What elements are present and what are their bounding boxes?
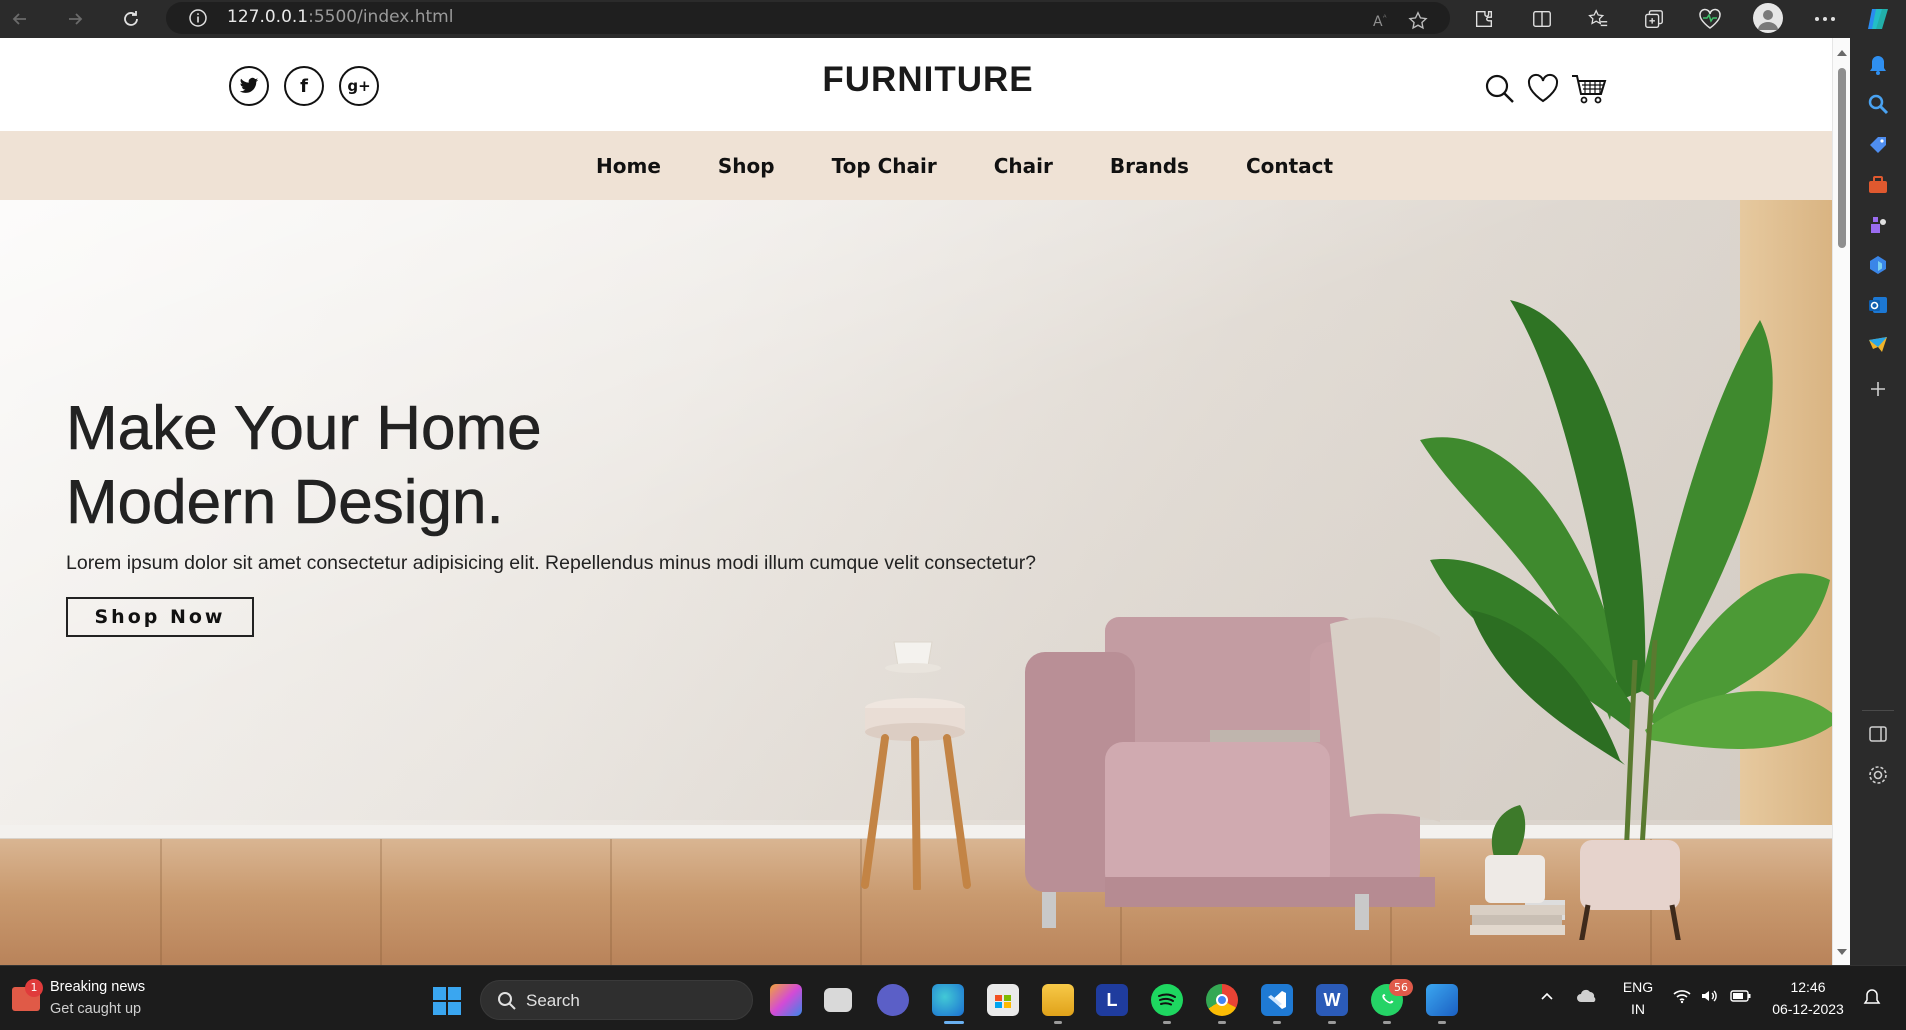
- copilot-icon[interactable]: [1867, 254, 1889, 276]
- more-icon[interactable]: [1809, 4, 1841, 34]
- nav-contact[interactable]: Contact: [1246, 154, 1333, 178]
- word-icon[interactable]: W: [1316, 984, 1348, 1016]
- shopping-tag-icon[interactable]: [1867, 134, 1889, 156]
- scroll-up-arrow[interactable]: [1837, 50, 1847, 56]
- scroll-down-arrow[interactable]: [1837, 949, 1847, 955]
- svg-text:A: A: [1373, 14, 1383, 30]
- shop-now-button[interactable]: Shop Now: [66, 597, 254, 637]
- games-icon[interactable]: [1867, 214, 1889, 236]
- language-line1[interactable]: ENG: [1620, 979, 1656, 995]
- news-badge: 1: [25, 979, 43, 997]
- volume-icon[interactable]: [1700, 988, 1720, 1009]
- chrome-icon[interactable]: [1206, 984, 1238, 1016]
- lens-app-icon[interactable]: L: [1096, 984, 1128, 1016]
- edge-sidebar: [1850, 38, 1906, 965]
- site-header: f g+ FURNITURE: [0, 38, 1832, 131]
- read-aloud-icon[interactable]: Aᴬ: [1366, 6, 1398, 36]
- heart-icon[interactable]: [1526, 72, 1560, 106]
- extensions-icon[interactable]: [1468, 4, 1500, 34]
- clock-time[interactable]: 12:46: [1768, 979, 1848, 995]
- photos-icon[interactable]: [1426, 984, 1458, 1016]
- tools-icon[interactable]: [1867, 174, 1889, 196]
- search-icon[interactable]: [1867, 93, 1889, 115]
- wifi-icon[interactable]: [1672, 988, 1692, 1009]
- windows-start-icon[interactable]: [433, 987, 461, 1015]
- file-explorer-icon[interactable]: [1042, 984, 1074, 1016]
- search-placeholder: Search: [526, 991, 580, 1010]
- add-icon[interactable]: [1867, 378, 1889, 400]
- page-viewport: f g+ FURNITURE Home Shop Top Chair Chair…: [0, 38, 1832, 965]
- hero-subtitle: Lorem ipsum dolor sit amet consectetur a…: [66, 552, 1037, 574]
- news-title[interactable]: Breaking news: [50, 979, 145, 995]
- edge-icon[interactable]: [932, 984, 964, 1016]
- spotify-icon[interactable]: [1151, 984, 1183, 1016]
- scrollbar-thumb[interactable]: [1838, 68, 1846, 248]
- vscode-icon[interactable]: [1261, 984, 1293, 1016]
- windows-taskbar: 1 Breaking news Get caught up Search L W…: [0, 965, 1906, 1030]
- settings-icon[interactable]: [1867, 764, 1889, 786]
- page-scrollbar[interactable]: [1832, 38, 1850, 965]
- nav-chair[interactable]: Chair: [994, 154, 1053, 178]
- url-text: 127.0.0.1:5500/index.html: [227, 7, 454, 27]
- nav-shop[interactable]: Shop: [718, 154, 775, 178]
- refresh-icon[interactable]: [115, 4, 147, 34]
- clock-date[interactable]: 06-12-2023: [1765, 1001, 1851, 1017]
- notification-icon[interactable]: [1867, 54, 1889, 76]
- chevron-up-icon[interactable]: [1539, 988, 1555, 1009]
- performance-icon[interactable]: [1694, 4, 1726, 34]
- hero-section: Make Your Home Modern Design. Lorem ipsu…: [0, 200, 1832, 965]
- svg-text:ᴬ: ᴬ: [1383, 13, 1387, 22]
- notification-center-icon[interactable]: [1862, 988, 1882, 1013]
- copilot-icon[interactable]: [770, 984, 802, 1016]
- plant-image: [1420, 300, 1832, 940]
- nav-brands[interactable]: Brands: [1110, 154, 1189, 178]
- cart-icon[interactable]: [1571, 72, 1607, 106]
- address-bar[interactable]: 127.0.0.1:5500/index.html Aᴬ: [166, 2, 1450, 34]
- side-table-image: [861, 641, 971, 890]
- nav-top-chair[interactable]: Top Chair: [832, 154, 937, 178]
- profile-icon[interactable]: [1753, 3, 1783, 33]
- onedrive-icon[interactable]: [1576, 988, 1598, 1009]
- outlook-icon[interactable]: [1867, 294, 1889, 316]
- panel-icon[interactable]: [1867, 723, 1889, 745]
- taskbar-search[interactable]: Search: [480, 980, 753, 1020]
- teams-chat-icon[interactable]: [877, 984, 909, 1016]
- search-icon[interactable]: [1483, 72, 1517, 106]
- divider: [1862, 710, 1894, 711]
- language-line2[interactable]: IN: [1620, 1001, 1656, 1017]
- favorites-icon[interactable]: [1582, 4, 1614, 34]
- back-icon[interactable]: [4, 4, 36, 34]
- store-icon[interactable]: [987, 984, 1019, 1016]
- battery-icon[interactable]: [1730, 988, 1752, 1009]
- copilot-icon[interactable]: [1862, 4, 1894, 34]
- info-icon[interactable]: [188, 8, 208, 28]
- split-screen-icon[interactable]: [1526, 4, 1558, 34]
- news-subtitle[interactable]: Get caught up: [50, 1001, 141, 1017]
- search-icon: [498, 992, 516, 1010]
- whatsapp-badge: 56: [1389, 979, 1413, 996]
- browser-toolbar: 127.0.0.1:5500/index.html Aᴬ: [0, 0, 1906, 38]
- armchair-image: [1025, 617, 1440, 930]
- telegram-icon[interactable]: [1867, 334, 1889, 356]
- nav-home[interactable]: Home: [596, 154, 661, 178]
- hero-title: Make Your Home Modern Design.: [66, 394, 542, 538]
- collections-icon[interactable]: [1638, 4, 1670, 34]
- forward-icon[interactable]: [59, 4, 91, 34]
- task-view-icon[interactable]: [824, 988, 852, 1012]
- main-nav: Home Shop Top Chair Chair Brands Contact: [0, 131, 1832, 200]
- favorite-star-icon[interactable]: [1402, 6, 1434, 36]
